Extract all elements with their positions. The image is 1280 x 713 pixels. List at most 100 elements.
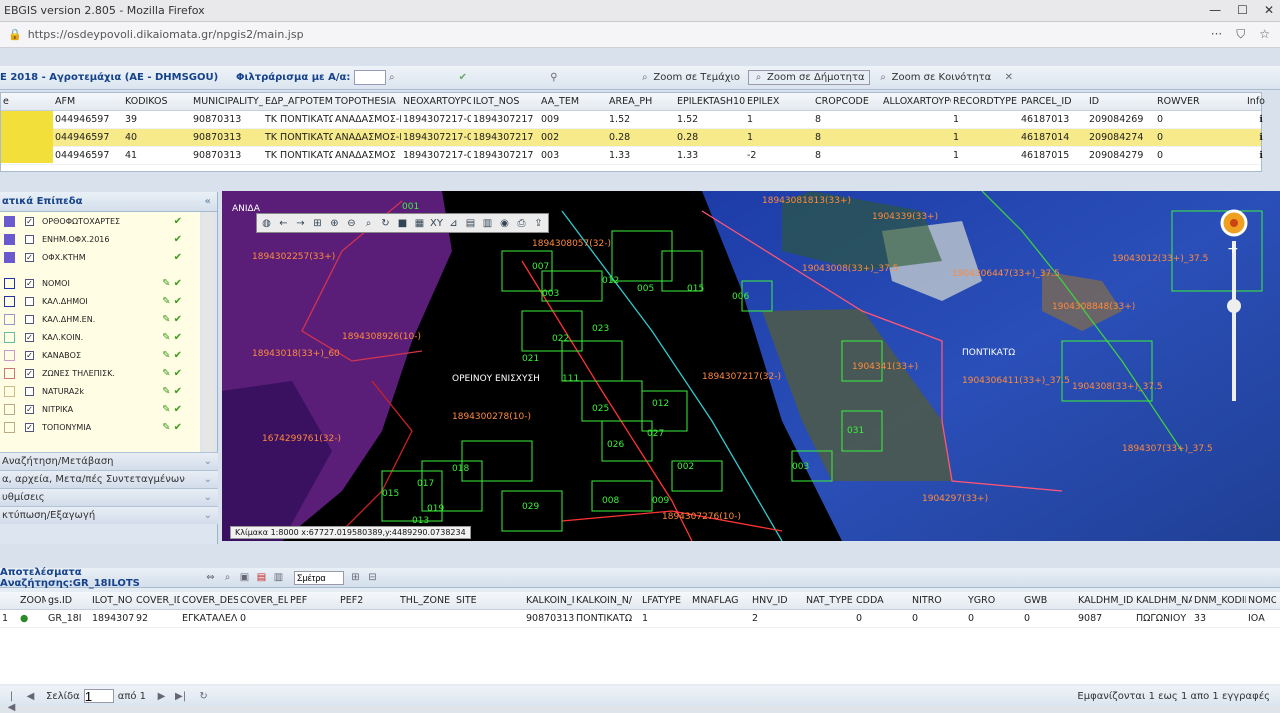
- results-column-header[interactable]: THL_ZONE: [398, 592, 454, 609]
- results-column-header[interactable]: LFATYPE: [640, 592, 690, 609]
- next-page-icon[interactable]: ▶: [156, 691, 167, 702]
- zoom-slider-track[interactable]: [1232, 241, 1236, 401]
- minimize-icon[interactable]: —: [1209, 3, 1221, 17]
- grid-column-header[interactable]: e: [1, 93, 53, 110]
- grid-column-header[interactable]: ALLOXARTOYPO: [881, 93, 951, 110]
- accordion-settings[interactable]: υθμίσεις ⌄: [0, 488, 218, 506]
- layer-scrollbar[interactable]: [202, 212, 214, 452]
- pager-page-input[interactable]: [83, 689, 114, 703]
- zoom-section-button[interactable]: ⌕ Zoom σε Τεμάχιο: [639, 72, 740, 83]
- layer-action-icon[interactable]: ✎ ✔: [162, 296, 182, 307]
- close-icon[interactable]: ✕: [1264, 3, 1274, 17]
- layer-action-icon[interactable]: ✎ ✔: [162, 404, 182, 415]
- first-page-icon[interactable]: |◀: [6, 691, 17, 713]
- export-icon[interactable]: ⇪: [531, 216, 546, 231]
- layer-checkbox[interactable]: ✓: [25, 368, 34, 378]
- grid-column-header[interactable]: EPILEKTASH10(: [675, 93, 745, 110]
- accordion-search[interactable]: Αναζήτηση/Μετάβαση ⌄: [0, 452, 218, 470]
- url-bar[interactable]: 🔒 https://osdeypovoli.dikaiomata.gr/npgi…: [0, 22, 1280, 48]
- results-column-header[interactable]: MNAFLAG: [690, 592, 750, 609]
- layer-item[interactable]: ✓ ΚΑΝΑΒΟΣ ✎ ✔: [0, 346, 200, 364]
- layer-item[interactable]: ✓ ΟΦΧ.ΚΤΗΜ ✔: [0, 248, 200, 266]
- layer-item[interactable]: ΕΝΗΜ.ΟΦΧ.2016 ✔: [0, 230, 200, 248]
- layer-checkbox[interactable]: ✓: [25, 404, 34, 414]
- zoom-in-icon[interactable]: +: [1227, 241, 1239, 257]
- refresh-icon[interactable]: ↻: [198, 691, 209, 702]
- grid-column-header[interactable]: ID: [1087, 93, 1155, 110]
- layer-item[interactable]: NATURA2k ✎ ✔: [0, 382, 200, 400]
- url-text[interactable]: https://osdeypovoli.dikaiomata.gr/npgis2…: [28, 28, 304, 41]
- results-column-header[interactable]: PEF2: [338, 592, 398, 609]
- xy-icon[interactable]: XY: [429, 216, 444, 231]
- layer-item[interactable]: ✓ ΚΑΛ.ΚΟΙΝ. ✎ ✔: [0, 328, 200, 346]
- grid-column-header[interactable]: RECORDTYPE: [951, 93, 1019, 110]
- print-icon[interactable]: ⎙: [514, 216, 529, 231]
- table-icon[interactable]: ⊟: [367, 572, 378, 583]
- results-column-header[interactable]: ILOT_NO: [90, 592, 134, 609]
- grid-column-header[interactable]: ΕΔΡ_ΑΓΡΟΤΕΜ: [263, 93, 333, 110]
- results-column-header[interactable]: COVER_DES: [180, 592, 238, 609]
- table-row[interactable]: 044946597 40 90870313 ΤΚ ΠΟΝΤΙΚΑΤΩ ΑΝΑΔΑΣΜΟΣ…: [1, 129, 1263, 147]
- last-page-icon[interactable]: ▶|: [175, 691, 186, 702]
- layer-action-icon[interactable]: ✎ ✔: [162, 278, 182, 289]
- table-row[interactable]: 044946597 39 90870313 ΤΚ ΠΟΝΤΙΚΑΤΩ ΑΝΑΔΑΣΜΟΣ…: [1, 111, 1263, 129]
- pdf-icon[interactable]: ▤: [256, 572, 267, 583]
- layer-action-icon[interactable]: ✔: [174, 234, 182, 245]
- save-icon[interactable]: ▣: [239, 572, 250, 583]
- forward-icon[interactable]: →: [293, 216, 308, 231]
- grid-column-header[interactable]: ROWVER: [1155, 93, 1245, 110]
- grid-column-header[interactable]: MUNICIPALITY_: [191, 93, 263, 110]
- grid-column-header[interactable]: AFM: [53, 93, 123, 110]
- layer-action-icon[interactable]: ✎ ✔: [162, 350, 182, 361]
- identify-icon[interactable]: ▦: [412, 216, 427, 231]
- map-view[interactable]: 1894308057(32-) 18943081813(33+) 19043008(…: [222, 191, 1280, 541]
- accordion-files[interactable]: α, αρχεία, Μετα/πές Συντεταγμένων ⌄: [0, 470, 218, 488]
- grid-column-header[interactable]: AREA_PH: [607, 93, 675, 110]
- layer-checkbox[interactable]: [25, 296, 34, 306]
- results-column-header[interactable]: KALKOIN_N/: [574, 592, 640, 609]
- results-column-header[interactable]: COVER_ELIC: [238, 592, 288, 609]
- extent-icon[interactable]: ⊞: [310, 216, 325, 231]
- grid-column-header[interactable]: AA_TEM: [539, 93, 607, 110]
- info-icon[interactable]: ℹ: [1245, 111, 1275, 128]
- table-icon[interactable]: ▤: [463, 216, 478, 231]
- export-icon[interactable]: ▥: [273, 572, 284, 583]
- layer-item[interactable]: ✓ ΝΙΤΡΙΚΑ ✎ ✔: [0, 400, 200, 418]
- results-column-header[interactable]: ZOOM: [18, 592, 46, 609]
- layer-checkbox[interactable]: ✓: [25, 350, 34, 360]
- map-canvas[interactable]: 1894308057(32-) 18943081813(33+) 19043008(…: [222, 191, 1280, 541]
- results-column-header[interactable]: KALDHM_NA: [1134, 592, 1192, 609]
- grid-column-header[interactable]: CROPCODE: [813, 93, 881, 110]
- results-column-header[interactable]: PEF: [288, 592, 338, 609]
- info-icon[interactable]: ℹ: [1245, 129, 1275, 146]
- layer-item[interactable]: ✓ ΤΟΠΟΝΥΜΙΑ ✎ ✔: [0, 418, 200, 436]
- grid-column-header[interactable]: KODIKOS: [123, 93, 191, 110]
- results-column-header[interactable]: NAT_TYPE: [804, 592, 854, 609]
- zoom-slider-handle[interactable]: [1227, 299, 1241, 313]
- grid-column-header[interactable]: EPILEX: [745, 93, 813, 110]
- results-column-header[interactable]: HNV_ID: [750, 592, 804, 609]
- results-column-header[interactable]: COVER_ID: [134, 592, 180, 609]
- results-search-input[interactable]: [294, 570, 344, 585]
- grid-column-header[interactable]: NEOXARTOYPO: [401, 93, 471, 110]
- results-column-header[interactable]: KALDHM_ID: [1076, 592, 1134, 609]
- globe-icon[interactable]: ◍: [259, 216, 274, 231]
- grid-icon[interactable]: ▥: [480, 216, 495, 231]
- results-row[interactable]: 1●GR_18I189430721792ΕΓΚΑΤΑΛΕΛΕ090870313Π…: [0, 610, 1280, 628]
- zoom-out-icon[interactable]: ⊖: [344, 216, 359, 231]
- results-column-header[interactable]: KALKOIN_ID: [524, 592, 574, 609]
- results-column-header[interactable]: NOMOS: [1246, 592, 1276, 609]
- back-icon[interactable]: ←: [276, 216, 291, 231]
- layer-item[interactable]: ✓ ΟΡΘΟΦΩΤΟΧΑΡΤΕΣ ✔: [0, 212, 200, 230]
- grid-column-header[interactable]: PARCEL_ID: [1019, 93, 1087, 110]
- layer-checkbox[interactable]: ✓: [25, 332, 34, 342]
- maximize-icon[interactable]: ☐: [1237, 3, 1248, 17]
- layer-action-icon[interactable]: ✎ ✔: [162, 422, 182, 433]
- zoom-dot-icon[interactable]: ●: [18, 610, 46, 627]
- zoom-box-icon[interactable]: ⌕: [361, 216, 376, 231]
- accordion-print[interactable]: κτύπωση/Εξαγωγή ⌄: [0, 506, 218, 524]
- grid-column-header[interactable]: ILOT_NOS: [471, 93, 539, 110]
- select-icon[interactable]: ■: [395, 216, 410, 231]
- results-column-header[interactable]: YGRO: [966, 592, 1022, 609]
- layer-checkbox[interactable]: [25, 234, 34, 244]
